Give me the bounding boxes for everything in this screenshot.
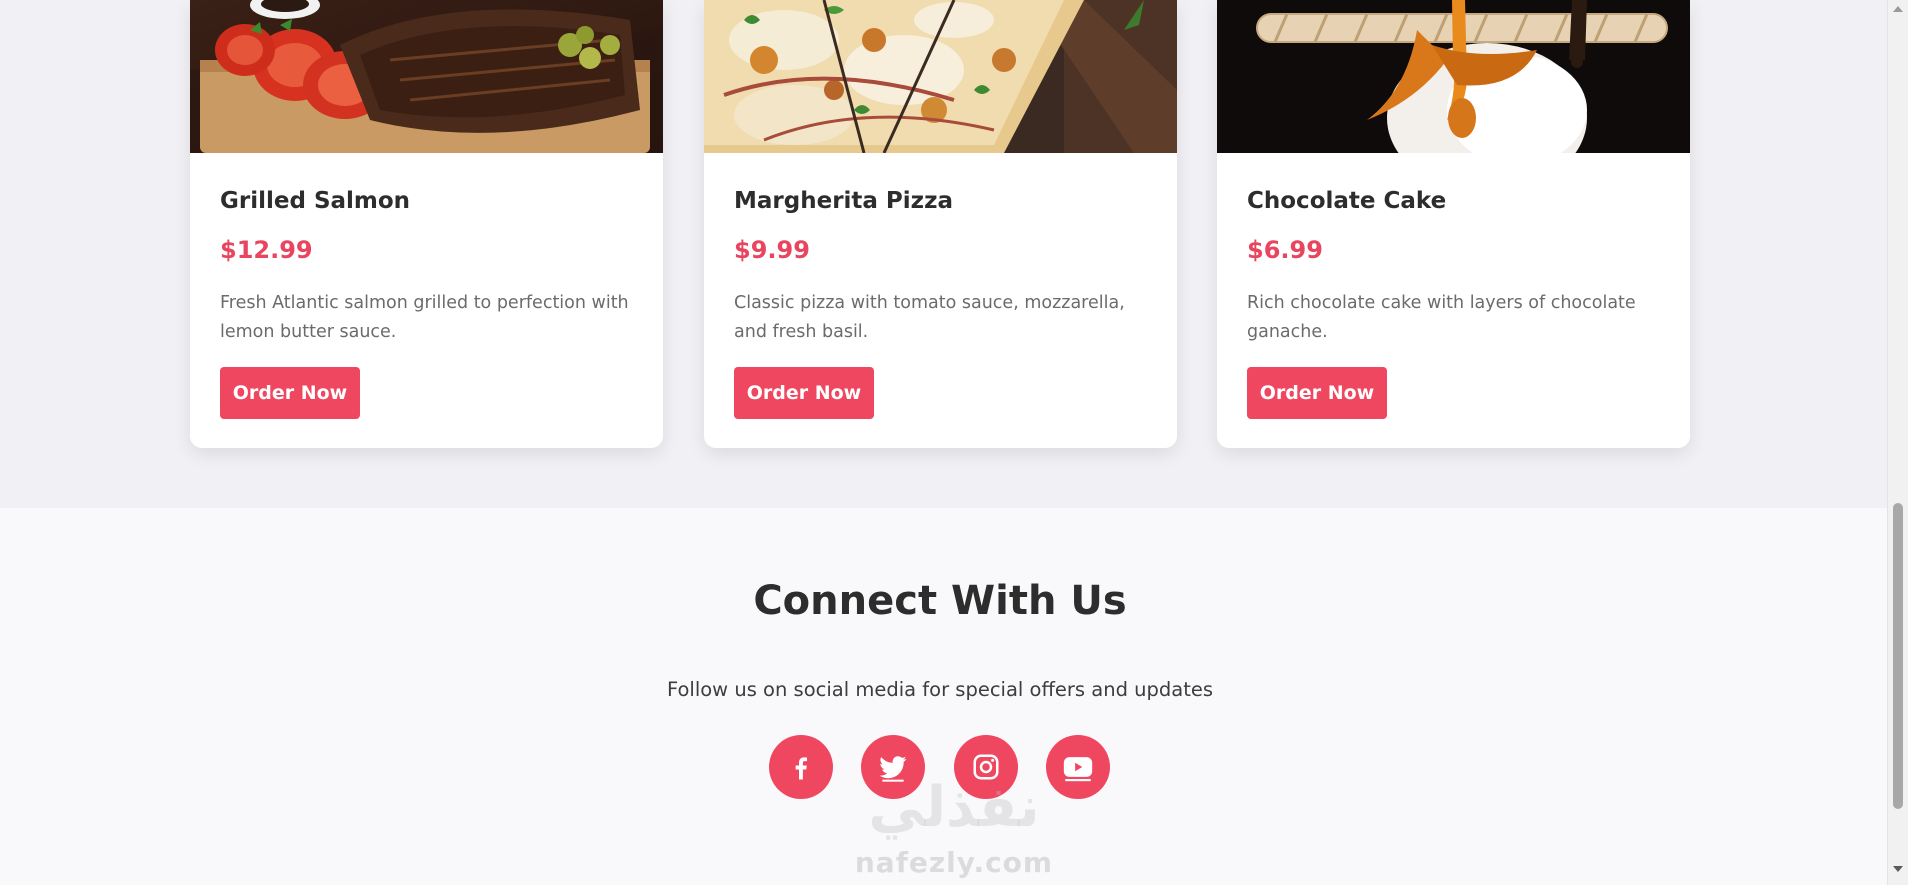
dish-price: $6.99	[1247, 236, 1323, 264]
connect-title: Connect With Us	[753, 578, 1127, 624]
facebook-icon	[795, 757, 807, 780]
menu-section: Grilled Salmon $12.99 Fresh Atlantic sal…	[0, 0, 1887, 508]
connect-subtitle: Follow us on social media for special of…	[666, 678, 1214, 701]
dish-name: Chocolate Cake	[1247, 188, 1447, 214]
dish-price: $12.99	[220, 236, 313, 264]
dish-description: Classic pizza with tomato sauce, mozzare…	[734, 293, 1125, 342]
dish-description: Rich chocolate cake with layers of choco…	[1247, 293, 1636, 342]
scroll-down-arrow-icon[interactable]	[1893, 866, 1903, 872]
dish-name: Margherita Pizza	[734, 188, 953, 214]
order-now-button[interactable]: Order Now	[220, 367, 360, 419]
menu-card-margherita-pizza: Margherita Pizza $9.99 Classic pizza wit…	[704, 0, 1177, 448]
dish-name: Grilled Salmon	[220, 188, 411, 214]
page: Grilled Salmon $12.99 Fresh Atlantic sal…	[0, 0, 1908, 885]
scrollbar-thumb[interactable]	[1893, 503, 1903, 809]
grilled-salmon-image	[190, 0, 663, 153]
menu-card-grilled-salmon: Grilled Salmon $12.99 Fresh Atlantic sal…	[190, 0, 663, 448]
margherita-pizza-image	[704, 0, 1177, 153]
order-now-button[interactable]: Order Now	[734, 367, 874, 419]
dish-price: $9.99	[734, 236, 810, 264]
vertical-scrollbar[interactable]	[1887, 0, 1908, 885]
watermark-text: nafezly.com	[854, 846, 1054, 879]
watermark-arabic: نفذلي	[868, 775, 1040, 840]
menu-card-chocolate-cake: Chocolate Cake $6.99 Rich chocolate cake…	[1217, 0, 1690, 448]
dish-description: Fresh Atlantic salmon grilled to perfect…	[220, 293, 629, 342]
scroll-up-arrow-icon[interactable]	[1893, 6, 1903, 12]
chocolate-cake-image	[1217, 0, 1690, 153]
facebook-link[interactable]	[769, 735, 833, 799]
order-now-button[interactable]: Order Now	[1247, 367, 1387, 419]
youtube-icon	[1063, 757, 1093, 782]
